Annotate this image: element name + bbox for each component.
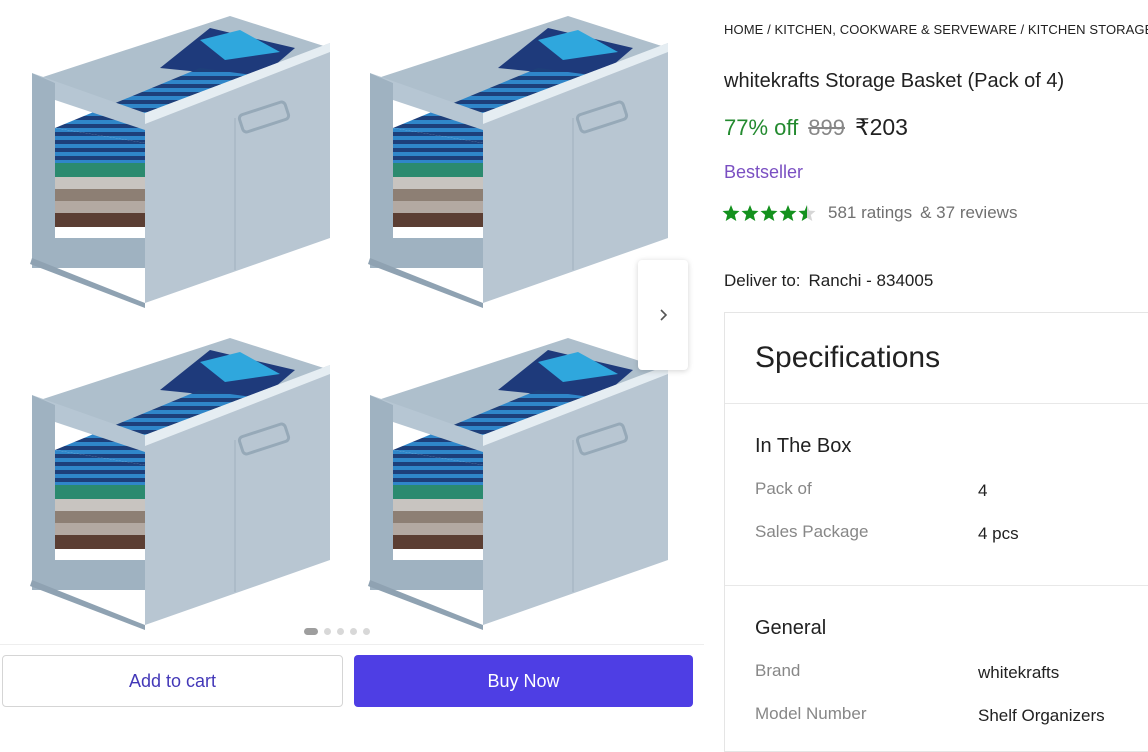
star-icon <box>722 205 740 221</box>
deliver-to-label: Deliver to: <box>724 271 801 290</box>
spec-key: Sales Package <box>755 522 869 541</box>
ratings-count[interactable]: 581 ratings <box>828 203 912 223</box>
spec-value: whitekrafts <box>978 663 1060 682</box>
delivery-pincode[interactable]: Ranchi - 834005 <box>809 271 934 290</box>
add-to-cart-button[interactable]: Add to cart <box>2 655 343 707</box>
bestseller-badge: Bestseller <box>724 162 804 182</box>
pagination-dot[interactable] <box>350 628 357 635</box>
product-image-gallery[interactable] <box>10 8 670 630</box>
breadcrumb[interactable]: HOME / KITCHEN, COOKWARE & SERVEWARE / K… <box>724 22 1148 37</box>
spec-section-title: General <box>755 617 827 639</box>
product-image-tile <box>366 336 670 630</box>
star-icon <box>779 205 797 221</box>
star-rating <box>722 203 818 223</box>
half-star-icon <box>798 205 816 221</box>
product-image-tile <box>366 14 670 308</box>
purchase-action-bar: Add to cart Buy Now <box>0 644 704 719</box>
product-image-tile <box>28 14 332 308</box>
pagination-dot[interactable] <box>337 628 344 635</box>
spec-section-title: In The Box <box>755 435 852 457</box>
original-price: 899 <box>808 115 845 140</box>
delivery-location[interactable]: Deliver to: Ranchi - 834005 <box>724 271 933 291</box>
spec-key: Model Number <box>755 704 867 723</box>
gallery-next-button[interactable] <box>638 260 688 370</box>
price-row: 77% off 899 ₹203 <box>724 114 908 141</box>
pagination-dot[interactable] <box>324 628 331 635</box>
chevron-right-icon <box>660 309 668 321</box>
pagination-dot-active[interactable] <box>304 628 318 635</box>
product-image-tile <box>28 336 332 630</box>
specifications-title: Specifications <box>755 341 941 374</box>
pagination-dot[interactable] <box>363 628 370 635</box>
discount-label: 77% off <box>724 115 799 140</box>
gallery-pagination-dots <box>304 628 370 635</box>
star-icon <box>741 205 759 221</box>
buy-now-button[interactable]: Buy Now <box>354 655 693 707</box>
spec-value: Shelf Organizers <box>978 706 1105 725</box>
spec-value: 4 pcs <box>978 524 1019 543</box>
spec-key: Brand <box>755 661 801 680</box>
spec-key: Pack of <box>755 479 812 498</box>
spec-value: 4 <box>978 481 988 500</box>
rating-row[interactable]: 581 ratings & 37 reviews <box>722 203 1017 223</box>
divider <box>725 403 1148 404</box>
reviews-count[interactable]: & 37 reviews <box>920 203 1017 223</box>
star-icon <box>760 205 778 221</box>
product-title: whitekrafts Storage Basket (Pack of 4) <box>724 70 1065 92</box>
specifications-panel: Specifications In The Box Pack of 4 Sale… <box>724 312 1148 752</box>
selling-price: ₹203 <box>854 114 908 140</box>
divider <box>725 585 1148 586</box>
